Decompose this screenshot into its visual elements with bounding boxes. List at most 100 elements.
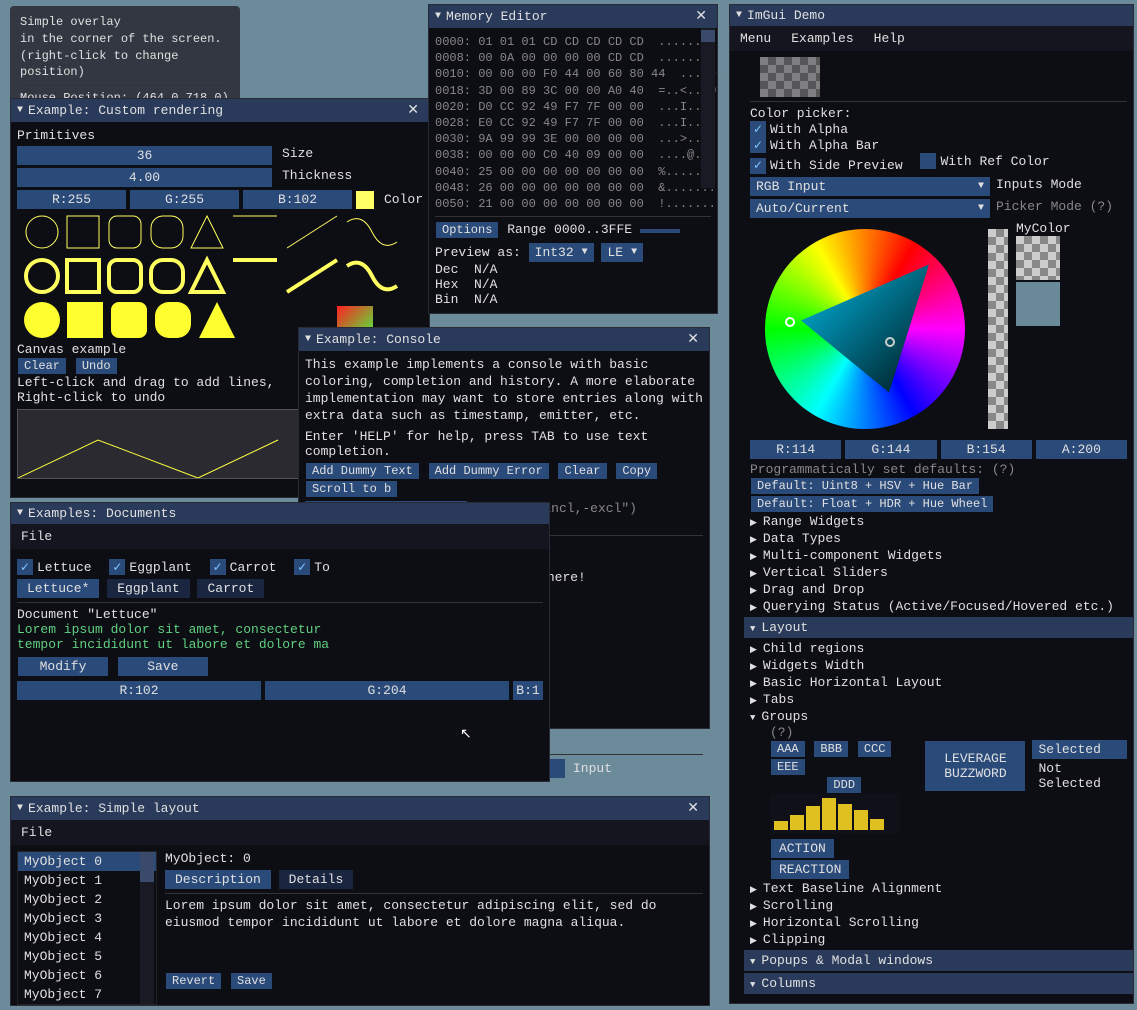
hex-row[interactable]: 0018: 3D 00 89 3C 00 00 A0 40 =..<...@ [435,83,711,99]
menu-item[interactable]: Help [864,29,915,48]
hex-row[interactable]: 0048: 26 00 00 00 00 00 00 00 &....... [435,180,711,196]
preview-type-combo[interactable]: Int32▼ [529,243,594,262]
revert-button[interactable]: Revert [166,973,221,989]
menu-item[interactable]: Menu [730,29,781,48]
color-wheel[interactable] [765,229,965,429]
section-popups[interactable]: Popups & Modal windows [744,950,1133,971]
menubar[interactable]: File [11,524,549,549]
add-dummy-text-button[interactable]: Add Dummy Text [306,463,419,479]
titlebar[interactable]: ▼ Example: Console ✕ [299,328,709,351]
checkbox-with-alpha-bar[interactable]: ✓With Alpha Bar [750,137,879,153]
tree-item[interactable]: Widgets Width [750,657,1127,674]
rgba-b[interactable]: B:154 [941,440,1032,459]
tree-item[interactable]: Range Widgets [750,513,1127,530]
tree-item[interactable]: Multi-component Widgets [750,547,1127,564]
checkbox-side-preview[interactable]: ✓With Side Preview [750,158,903,174]
rgba-r[interactable]: R:114 [750,440,841,459]
menubar[interactable]: Menu Examples Help [730,26,1133,51]
goto-addr-input[interactable] [640,229,680,233]
window-simple-layout[interactable]: ▼ Example: Simple layout ✕ File MyObject… [10,796,710,1006]
collapse-icon[interactable]: ▼ [17,105,23,116]
tab-carrot[interactable]: Carrot [197,579,264,598]
rgba-g[interactable]: G:144 [845,440,936,459]
section-columns[interactable]: Columns [744,973,1133,994]
color-r-slider[interactable]: R:255 [17,190,126,209]
list-item[interactable]: MyObject 6 [18,966,156,985]
modify-button[interactable]: Modify [18,657,108,676]
color-g-slider[interactable]: G:255 [130,190,239,209]
doc-color-r[interactable]: R:102 [17,681,261,700]
tree-item[interactable]: Horizontal Scrolling [750,914,1127,931]
scrollbar[interactable] [701,28,715,188]
tree-item[interactable]: Clipping [750,931,1127,948]
default-preset-2-button[interactable]: Default: Float + HDR + Hue Wheel [751,496,993,512]
tree-item[interactable]: Scrolling [750,897,1127,914]
checkbox-ref-color[interactable]: With Ref Color [920,153,1049,169]
hex-row[interactable]: 0020: D0 CC 92 49 F7 7F 00 00 ...I.... [435,99,711,115]
titlebar[interactable]: ▼ ImGui Demo [730,5,1133,26]
tab-eggplant[interactable]: Eggplant [107,579,189,598]
selectable-selected[interactable]: Selected [1032,740,1127,759]
grp-aaa[interactable]: AAA [771,741,805,757]
close-icon[interactable]: ✕ [691,8,711,25]
size-slider[interactable]: 36 [17,146,272,165]
clear-button[interactable]: Clear [558,463,606,479]
titlebar[interactable]: ▼ Example: Simple layout ✕ [11,797,709,820]
scroll-bottom-button[interactable]: Scroll to b [306,481,397,497]
menu-file[interactable]: File [11,823,62,842]
collapse-icon[interactable]: ▼ [305,334,311,345]
scrollbar[interactable] [140,852,154,1004]
selectable-not-selected[interactable]: Not Selected [1032,759,1127,793]
tree-item[interactable]: Data Types [750,530,1127,547]
doc-color-g[interactable]: G:204 [265,681,509,700]
save-button[interactable]: Save [118,657,208,676]
grp-bbb[interactable]: BBB [814,741,848,757]
checkbox-carrot[interactable]: ✓Carrot [210,559,277,575]
hex-row[interactable]: 0000: 01 01 01 CD CD CD CD CD ........ [435,34,711,50]
big-color-preview[interactable] [760,57,820,97]
window-memory-editor[interactable]: ▼ Memory Editor ✕ 0000: 01 01 01 CD CD C… [428,4,718,314]
color-triangle[interactable] [785,249,945,409]
list-item[interactable]: MyObject 1 [18,871,156,890]
hue-cursor-icon[interactable] [785,317,795,327]
hex-row[interactable]: 0050: 21 00 00 00 00 00 00 00 !....... [435,196,711,212]
thickness-slider[interactable]: 4.00 [17,168,272,187]
close-icon[interactable]: ✕ [403,102,423,119]
tree-item[interactable]: Basic Horizontal Layout [750,674,1127,691]
collapse-icon[interactable]: ▼ [17,803,23,814]
preview-endian-combo[interactable]: LE▼ [601,243,643,262]
grp-eee[interactable]: EEE [771,759,805,775]
close-icon[interactable]: ✕ [683,331,703,348]
color-swatch[interactable] [356,191,374,209]
undo-button[interactable]: Undo [76,358,117,374]
section-layout[interactable]: Layout [744,617,1133,638]
object-list[interactable]: MyObject 0MyObject 1MyObject 2MyObject 3… [17,851,157,1005]
tab-lettuce[interactable]: Lettuce* [17,579,99,598]
rgba-a[interactable]: A:200 [1036,440,1127,459]
tree-groups[interactable]: Groups [750,708,1127,725]
tab-description[interactable]: Description [165,870,271,889]
hex-row[interactable]: 0040: 25 00 00 00 00 00 00 00 %....... [435,164,711,180]
tree-item[interactable]: Text Baseline Alignment [750,880,1127,897]
hex-row[interactable]: 0030: 9A 99 99 3E 00 00 00 00 ...>.... [435,131,711,147]
menubar[interactable]: File [11,820,709,845]
tree-item[interactable]: Querying Status (Active/Focused/Hovered … [750,598,1127,615]
options-button[interactable]: Options [436,222,498,238]
close-icon[interactable]: ✕ [683,800,703,817]
add-dummy-error-button[interactable]: Add Dummy Error [429,463,549,479]
color-b-slider[interactable]: B:102 [243,190,352,209]
checkbox-eggplant[interactable]: ✓Eggplant [109,559,191,575]
hex-row[interactable]: 0038: 00 00 00 C0 40 09 00 00 ....@... [435,147,711,163]
list-item[interactable]: MyObject 0 [18,852,156,871]
tree-item[interactable]: Tabs [750,691,1127,708]
action-button[interactable]: ACTION [771,839,834,858]
list-item[interactable]: MyObject 7 [18,985,156,1004]
collapse-icon[interactable]: ▼ [736,10,742,21]
grp-ccc[interactable]: CCC [858,741,892,757]
mycolor-current-swatch[interactable] [1016,236,1060,280]
titlebar[interactable]: ▼ Memory Editor ✕ [429,5,717,28]
checkbox-with-alpha[interactable]: ✓With Alpha [750,121,848,137]
sv-cursor-icon[interactable] [885,337,895,347]
default-preset-1-button[interactable]: Default: Uint8 + HSV + Hue Bar [751,478,979,494]
reaction-button[interactable]: REACTION [771,860,849,879]
